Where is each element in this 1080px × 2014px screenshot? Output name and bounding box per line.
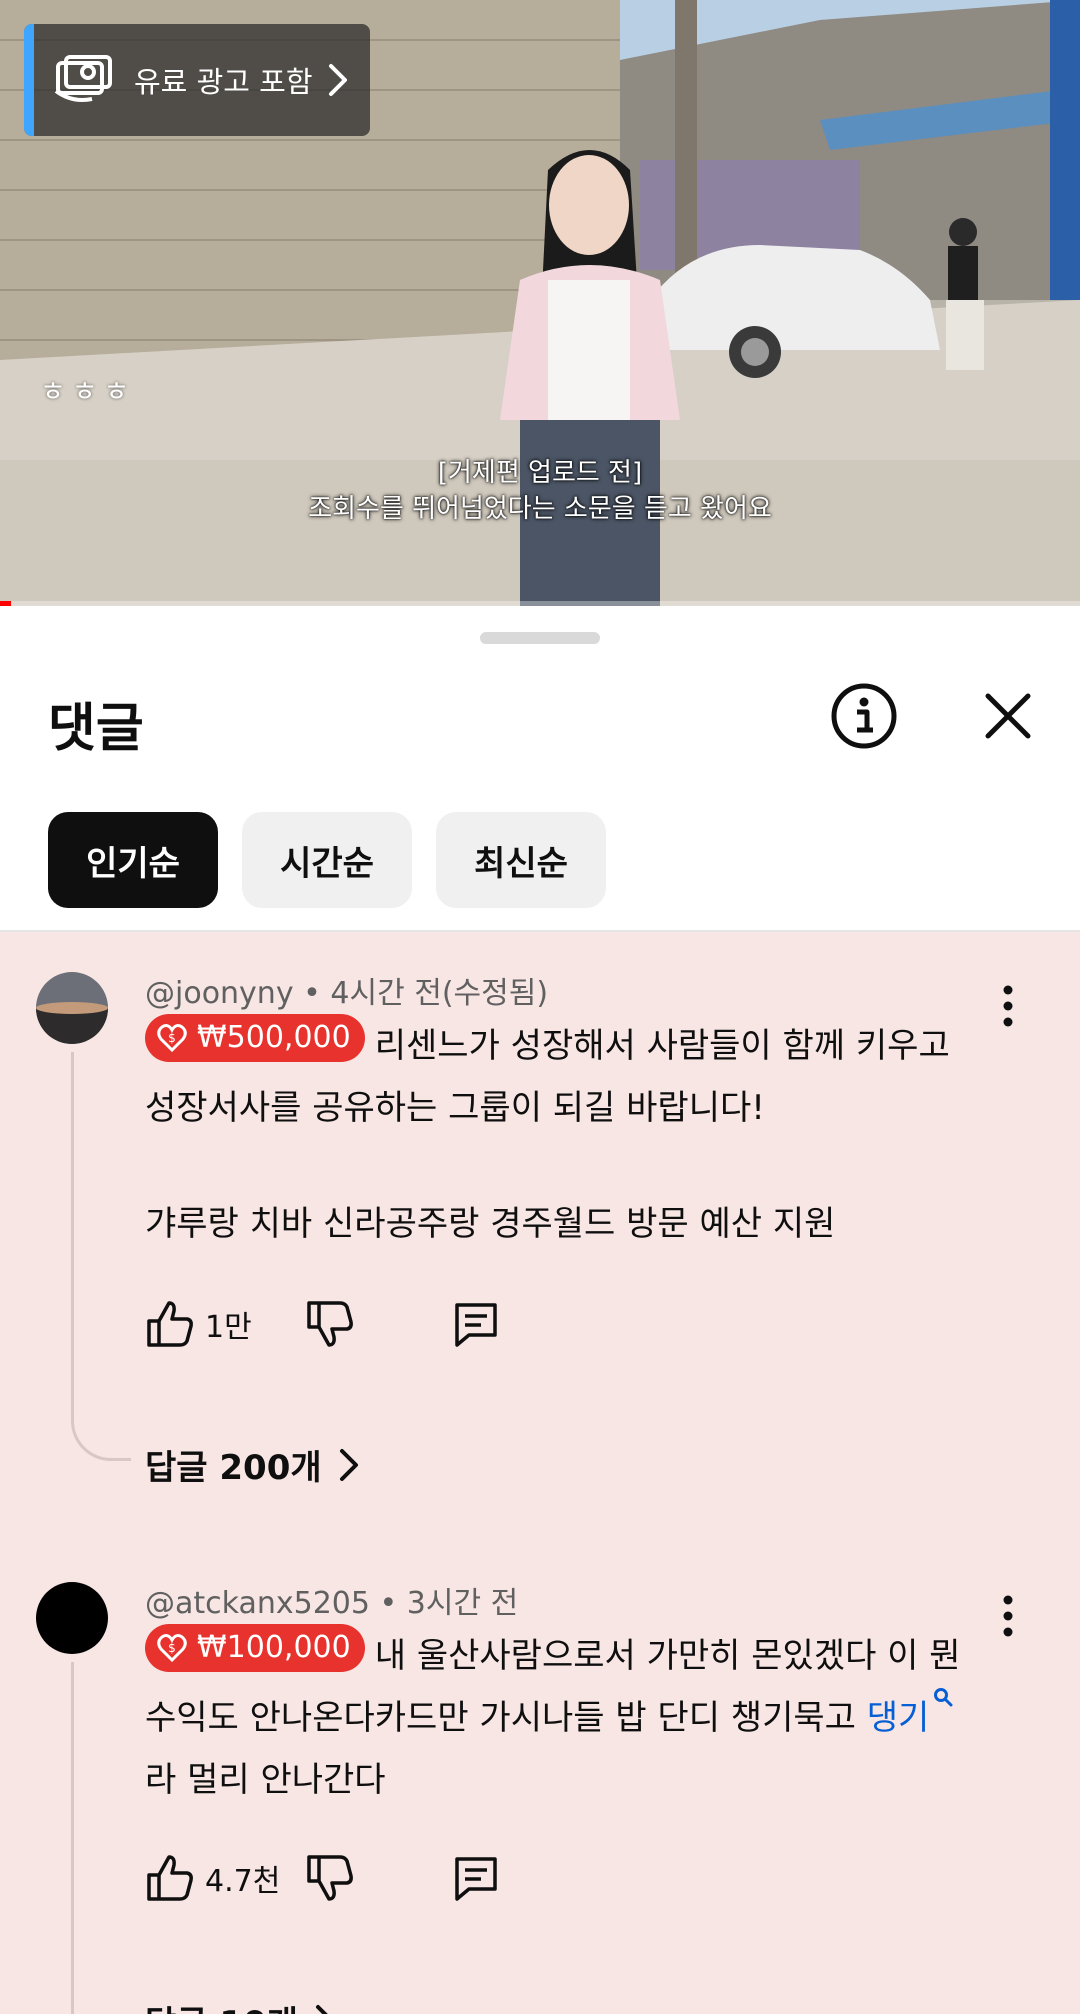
sort-chips: 인기순 시간순 최신순 — [48, 812, 606, 908]
like-count: 1만 — [205, 1310, 252, 1345]
chevron-right-icon — [316, 2004, 329, 2014]
reply-thread-line — [71, 1662, 131, 2014]
super-thanks-badge: $ ₩500,000 — [145, 1014, 365, 1062]
more-options-icon[interactable] — [996, 982, 1020, 1030]
more-options-icon[interactable] — [996, 1592, 1020, 1640]
reply-thread-line — [71, 1052, 131, 1461]
avatar[interactable] — [36, 972, 108, 1044]
replies-toggle[interactable]: 답글 10개 — [145, 1996, 336, 2014]
paid-promotion-label: 유료 광고 포함 — [134, 65, 313, 99]
comment-line: 리센느가 성장해서 사람들이 함께 키우고 — [374, 1026, 950, 1066]
caption-line-2: 조회수를 뛰어넘었다는 소문을 듣고 왔어요 — [308, 494, 772, 524]
replies-label: 답글 200개 — [145, 1448, 322, 1488]
super-thanks-amount: ₩100,000 — [197, 1630, 351, 1665]
sort-chip-popular[interactable]: 인기순 — [48, 812, 218, 908]
comment-time: 3시간 전 — [406, 1586, 519, 1621]
avatar[interactable] — [36, 1582, 108, 1654]
video-player[interactable]: 유료 광고 포함 ㅎㅎㅎ [거제편 업로드 전] 조회수를 뛰어넘었다는 소문을… — [0, 0, 1080, 606]
comment-actions: 4.7천 — [145, 1848, 501, 1908]
like-count: 4.7천 — [205, 1864, 281, 1899]
chevron-right-icon — [328, 64, 347, 96]
comment-actions: 1만 — [145, 1294, 501, 1354]
search-link[interactable]: 댕기 — [867, 1698, 930, 1738]
close-icon[interactable] — [980, 688, 1036, 744]
search-icon — [934, 1688, 953, 1707]
comments-sheet: 댓글 인기순 시간순 최신순 @joonyny • 4시간 전(수정됨) $ ₩… — [0, 608, 1080, 2014]
video-overlay-text: ㅎㅎㅎ — [40, 375, 136, 408]
comment-line: 내 울산사람으로서 가만히 몬있겠다 이 뭔 — [374, 1636, 961, 1676]
video-captions: [거제편 업로드 전] 조회수를 뛰어넘었다는 소문을 듣고 왔어요 — [0, 455, 1080, 527]
ad-accent-bar — [24, 24, 34, 136]
comment-line: 라 멀리 안나간다 — [145, 1760, 386, 1800]
comments-list[interactable]: @joonyny • 4시간 전(수정됨) $ ₩500,000 리센느가 성장… — [0, 932, 1080, 2014]
comment-line: 성장서사를 공유하는 그룹이 되길 바랍니다! — [145, 1088, 765, 1128]
thumbs-up-icon[interactable] — [145, 1299, 195, 1349]
sort-chip-timestamp[interactable]: 시간순 — [242, 812, 412, 908]
comment-meta: @joonyny • 4시간 전(수정됨) — [145, 968, 548, 1012]
svg-text:$: $ — [168, 1641, 176, 1655]
thumbs-up-icon[interactable] — [145, 1853, 195, 1903]
video-progress-fill — [0, 601, 11, 606]
svg-text:$: $ — [168, 1031, 176, 1045]
comment-line: 갸루랑 치바 신라공주랑 경주월드 방문 예산 지원 — [145, 1204, 836, 1244]
replies-label: 답글 10개 — [145, 1996, 298, 2014]
comment-text: $ ₩500,000 리센느가 성장해서 사람들이 함께 키우고 성장서사를 공… — [145, 1014, 995, 1255]
comment-author[interactable]: @joonyny — [145, 976, 294, 1011]
paid-promotion-icon — [54, 55, 112, 102]
super-thanks-heart-icon: $ — [157, 1634, 187, 1663]
drag-handle[interactable] — [480, 632, 600, 644]
comment-text: $ ₩100,000 내 울산사람으로서 가만히 몬있겠다 이 뭔 수익도 안나… — [145, 1624, 995, 1811]
meta-separator: • — [303, 976, 321, 1011]
thumbs-down-icon[interactable] — [305, 1299, 355, 1349]
paid-promotion-badge[interactable]: 유료 광고 포함 — [24, 24, 370, 136]
caption-line-1: [거제편 업로드 전] — [437, 458, 643, 488]
comment-time: 4시간 전(수정됨) — [330, 976, 549, 1011]
meta-separator: • — [379, 1586, 398, 1621]
comment-line: 수익도 안나온다카드만 가시나들 밥 단디 챙기묵고 — [145, 1698, 856, 1738]
video-progress-bar[interactable] — [0, 601, 1080, 606]
super-thanks-heart-icon: $ — [157, 1024, 187, 1053]
reply-icon[interactable] — [451, 1853, 501, 1903]
sort-chip-newest[interactable]: 최신순 — [436, 812, 606, 908]
thumbs-down-icon[interactable] — [305, 1853, 355, 1903]
info-icon[interactable] — [830, 682, 898, 750]
reply-icon[interactable] — [451, 1299, 501, 1349]
chevron-right-icon — [339, 1448, 358, 1481]
comment-meta: @atckanx5205 • 3시간 전 — [145, 1578, 518, 1622]
comment-author[interactable]: @atckanx5205 — [145, 1586, 370, 1621]
replies-toggle[interactable]: 답글 200개 — [145, 1440, 360, 1489]
super-thanks-amount: ₩500,000 — [197, 1020, 351, 1055]
sheet-title: 댓글 — [48, 699, 144, 759]
super-thanks-badge: $ ₩100,000 — [145, 1624, 365, 1672]
